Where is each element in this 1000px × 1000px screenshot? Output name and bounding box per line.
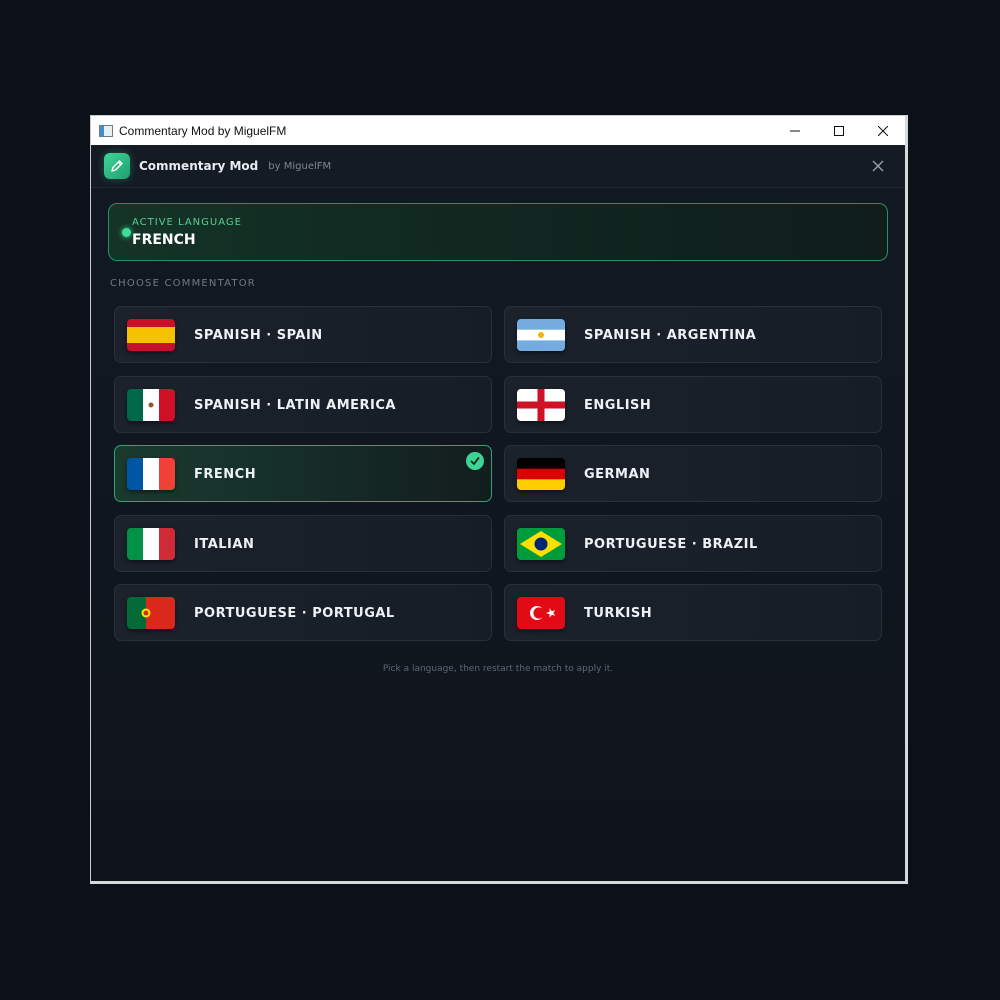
commentator-label: ITALIAN [194, 537, 255, 552]
active-language-panel: ACTIVE LANGUAGE FRENCH [108, 203, 888, 261]
italy-flag-icon [127, 528, 175, 560]
commentator-card-spanish-latin-america[interactable]: SPANISH · LATIN AMERICA [114, 376, 492, 433]
active-language-label: ACTIVE LANGUAGE [132, 217, 242, 228]
commentator-label: GERMAN [584, 467, 651, 482]
commentator-card-italian[interactable]: ITALIAN [114, 515, 492, 572]
commentator-card-portuguese-brazil[interactable]: PORTUGUESE · BRAZIL [504, 515, 882, 572]
close-icon [878, 125, 888, 136]
turkey-flag-icon [517, 597, 565, 629]
commentator-label: SPANISH · ARGENTINA [584, 328, 757, 343]
mexico-flag-icon [127, 389, 175, 421]
status-dot-icon [122, 228, 131, 237]
pencil-icon [104, 153, 130, 179]
portugal-flag-icon [127, 597, 175, 629]
commentator-grid: SPANISH · SPAIN SPANISH · ARGENTINA SPAN… [114, 306, 884, 646]
commentator-card-spanish-argentina[interactable]: SPANISH · ARGENTINA [504, 306, 882, 363]
commentator-label: PORTUGUESE · BRAZIL [584, 537, 758, 552]
commentator-card-german[interactable]: GERMAN [504, 445, 882, 502]
app-title: Commentary Mod [139, 159, 259, 173]
client-area: Commentary Mod by MiguelFM ACTIVE LANGUA… [91, 145, 905, 881]
app-window: Commentary Mod by MiguelFM Commentary Mo… [90, 115, 908, 884]
app-header: Commentary Mod by MiguelFM [91, 145, 905, 188]
commentator-card-portuguese-portugal[interactable]: PORTUGUESE · PORTUGAL [114, 584, 492, 641]
argentina-flag-icon [517, 319, 565, 351]
app-subtitle: by MiguelFM [268, 160, 332, 172]
commentator-card-turkish[interactable]: TURKISH [504, 584, 882, 641]
commentator-label: ENGLISH [584, 398, 652, 413]
window-close-button[interactable] [861, 116, 905, 145]
england-flag-icon [517, 389, 565, 421]
active-language-value: FRENCH [132, 232, 196, 248]
commentator-label: FRENCH [194, 467, 257, 482]
commentator-label: SPANISH · SPAIN [194, 328, 323, 343]
window-title: Commentary Mod by MiguelFM [119, 123, 287, 138]
commentator-label: TURKISH [584, 606, 653, 621]
brazil-flag-icon [517, 528, 565, 560]
app-window-icon [99, 124, 113, 137]
commentator-card-spanish-spain[interactable]: SPANISH · SPAIN [114, 306, 492, 363]
maximize-icon [834, 125, 844, 136]
hint-text: Pick a language, then restart the match … [382, 664, 614, 674]
commentator-label: SPANISH · LATIN AMERICA [194, 398, 396, 413]
title-bar[interactable]: Commentary Mod by MiguelFM [91, 116, 905, 145]
minimize-button[interactable] [773, 116, 817, 145]
commentator-label: PORTUGUESE · PORTUGAL [194, 606, 395, 621]
commentator-card-english[interactable]: ENGLISH [504, 376, 882, 433]
app-close-button[interactable] [871, 159, 885, 173]
germany-flag-icon [517, 458, 565, 490]
close-icon [872, 160, 884, 172]
spain-flag-icon [127, 319, 175, 351]
maximize-button[interactable] [817, 116, 861, 145]
commentator-card-french[interactable]: FRENCH [114, 445, 492, 502]
section-label: CHOOSE COMMENTATOR [110, 278, 256, 289]
checkmark-icon [466, 452, 484, 470]
minimize-icon [790, 130, 800, 131]
france-flag-icon [127, 458, 175, 490]
